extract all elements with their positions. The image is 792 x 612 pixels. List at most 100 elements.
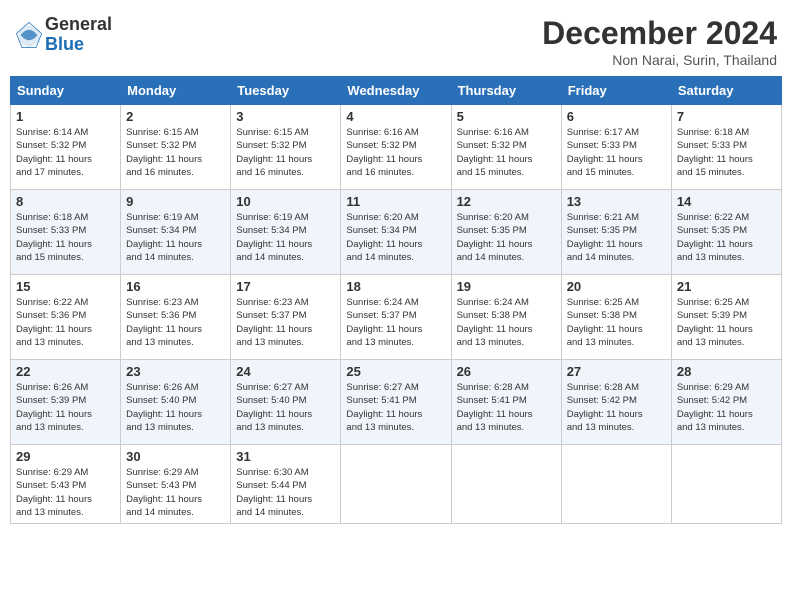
calendar-cell: 24 Sunrise: 6:27 AMSunset: 5:40 PMDaylig… [231, 360, 341, 445]
day-detail: Sunrise: 6:25 AMSunset: 5:38 PMDaylight:… [567, 296, 666, 349]
day-number: 8 [16, 194, 115, 209]
day-detail: Sunrise: 6:19 AMSunset: 5:34 PMDaylight:… [126, 211, 225, 264]
day-detail: Sunrise: 6:22 AMSunset: 5:36 PMDaylight:… [16, 296, 115, 349]
day-detail: Sunrise: 6:24 AMSunset: 5:38 PMDaylight:… [457, 296, 556, 349]
day-number: 26 [457, 364, 556, 379]
day-detail: Sunrise: 6:20 AMSunset: 5:34 PMDaylight:… [346, 211, 445, 264]
calendar-cell: 21 Sunrise: 6:25 AMSunset: 5:39 PMDaylig… [671, 275, 781, 360]
day-detail: Sunrise: 6:28 AMSunset: 5:42 PMDaylight:… [567, 381, 666, 434]
calendar-cell: 8 Sunrise: 6:18 AMSunset: 5:33 PMDayligh… [11, 190, 121, 275]
calendar-cell: 18 Sunrise: 6:24 AMSunset: 5:37 PMDaylig… [341, 275, 451, 360]
day-detail: Sunrise: 6:16 AMSunset: 5:32 PMDaylight:… [457, 126, 556, 179]
logo-blue-text: Blue [45, 35, 112, 55]
header-monday: Monday [121, 77, 231, 105]
calendar-cell: 19 Sunrise: 6:24 AMSunset: 5:38 PMDaylig… [451, 275, 561, 360]
calendar-week-row: 1 Sunrise: 6:14 AMSunset: 5:32 PMDayligh… [11, 105, 782, 190]
day-detail: Sunrise: 6:15 AMSunset: 5:32 PMDaylight:… [236, 126, 335, 179]
calendar-cell [671, 445, 781, 524]
day-number: 27 [567, 364, 666, 379]
month-year-title: December 2024 [542, 15, 777, 52]
calendar-cell: 28 Sunrise: 6:29 AMSunset: 5:42 PMDaylig… [671, 360, 781, 445]
day-detail: Sunrise: 6:25 AMSunset: 5:39 PMDaylight:… [677, 296, 776, 349]
day-number: 2 [126, 109, 225, 124]
calendar-cell: 11 Sunrise: 6:20 AMSunset: 5:34 PMDaylig… [341, 190, 451, 275]
day-number: 14 [677, 194, 776, 209]
calendar-cell [451, 445, 561, 524]
day-number: 10 [236, 194, 335, 209]
day-detail: Sunrise: 6:17 AMSunset: 5:33 PMDaylight:… [567, 126, 666, 179]
calendar-cell: 26 Sunrise: 6:28 AMSunset: 5:41 PMDaylig… [451, 360, 561, 445]
day-detail: Sunrise: 6:18 AMSunset: 5:33 PMDaylight:… [677, 126, 776, 179]
day-detail: Sunrise: 6:26 AMSunset: 5:40 PMDaylight:… [126, 381, 225, 434]
calendar-header-row: SundayMondayTuesdayWednesdayThursdayFrid… [11, 77, 782, 105]
day-number: 1 [16, 109, 115, 124]
day-number: 17 [236, 279, 335, 294]
day-detail: Sunrise: 6:27 AMSunset: 5:41 PMDaylight:… [346, 381, 445, 434]
calendar-cell: 10 Sunrise: 6:19 AMSunset: 5:34 PMDaylig… [231, 190, 341, 275]
calendar-cell: 16 Sunrise: 6:23 AMSunset: 5:36 PMDaylig… [121, 275, 231, 360]
calendar-cell: 7 Sunrise: 6:18 AMSunset: 5:33 PMDayligh… [671, 105, 781, 190]
page-header: General Blue December 2024 Non Narai, Su… [10, 10, 782, 68]
header-tuesday: Tuesday [231, 77, 341, 105]
day-number: 16 [126, 279, 225, 294]
day-number: 23 [126, 364, 225, 379]
day-number: 29 [16, 449, 115, 464]
calendar-cell: 2 Sunrise: 6:15 AMSunset: 5:32 PMDayligh… [121, 105, 231, 190]
header-sunday: Sunday [11, 77, 121, 105]
calendar-week-row: 8 Sunrise: 6:18 AMSunset: 5:33 PMDayligh… [11, 190, 782, 275]
calendar-cell [341, 445, 451, 524]
calendar-week-row: 22 Sunrise: 6:26 AMSunset: 5:39 PMDaylig… [11, 360, 782, 445]
header-wednesday: Wednesday [341, 77, 451, 105]
day-number: 31 [236, 449, 335, 464]
location-subtitle: Non Narai, Surin, Thailand [542, 52, 777, 68]
title-block: December 2024 Non Narai, Surin, Thailand [542, 15, 777, 68]
day-number: 13 [567, 194, 666, 209]
day-detail: Sunrise: 6:23 AMSunset: 5:36 PMDaylight:… [126, 296, 225, 349]
day-detail: Sunrise: 6:18 AMSunset: 5:33 PMDaylight:… [16, 211, 115, 264]
day-number: 21 [677, 279, 776, 294]
day-number: 24 [236, 364, 335, 379]
logo-icon [15, 21, 43, 49]
day-detail: Sunrise: 6:16 AMSunset: 5:32 PMDaylight:… [346, 126, 445, 179]
day-detail: Sunrise: 6:27 AMSunset: 5:40 PMDaylight:… [236, 381, 335, 434]
day-number: 3 [236, 109, 335, 124]
day-number: 15 [16, 279, 115, 294]
day-detail: Sunrise: 6:20 AMSunset: 5:35 PMDaylight:… [457, 211, 556, 264]
day-number: 28 [677, 364, 776, 379]
logo: General Blue [15, 15, 112, 55]
day-number: 7 [677, 109, 776, 124]
day-number: 11 [346, 194, 445, 209]
calendar-week-row: 29 Sunrise: 6:29 AMSunset: 5:43 PMDaylig… [11, 445, 782, 524]
day-detail: Sunrise: 6:22 AMSunset: 5:35 PMDaylight:… [677, 211, 776, 264]
day-number: 22 [16, 364, 115, 379]
calendar-week-row: 15 Sunrise: 6:22 AMSunset: 5:36 PMDaylig… [11, 275, 782, 360]
header-friday: Friday [561, 77, 671, 105]
calendar-cell: 14 Sunrise: 6:22 AMSunset: 5:35 PMDaylig… [671, 190, 781, 275]
calendar-cell: 15 Sunrise: 6:22 AMSunset: 5:36 PMDaylig… [11, 275, 121, 360]
calendar-cell: 13 Sunrise: 6:21 AMSunset: 5:35 PMDaylig… [561, 190, 671, 275]
day-detail: Sunrise: 6:28 AMSunset: 5:41 PMDaylight:… [457, 381, 556, 434]
calendar-cell: 5 Sunrise: 6:16 AMSunset: 5:32 PMDayligh… [451, 105, 561, 190]
calendar-cell: 30 Sunrise: 6:29 AMSunset: 5:43 PMDaylig… [121, 445, 231, 524]
header-saturday: Saturday [671, 77, 781, 105]
logo-general-text: General [45, 15, 112, 35]
calendar-cell: 1 Sunrise: 6:14 AMSunset: 5:32 PMDayligh… [11, 105, 121, 190]
day-number: 20 [567, 279, 666, 294]
header-thursday: Thursday [451, 77, 561, 105]
day-number: 25 [346, 364, 445, 379]
day-detail: Sunrise: 6:23 AMSunset: 5:37 PMDaylight:… [236, 296, 335, 349]
calendar-cell: 23 Sunrise: 6:26 AMSunset: 5:40 PMDaylig… [121, 360, 231, 445]
calendar-cell: 22 Sunrise: 6:26 AMSunset: 5:39 PMDaylig… [11, 360, 121, 445]
calendar-cell: 25 Sunrise: 6:27 AMSunset: 5:41 PMDaylig… [341, 360, 451, 445]
day-detail: Sunrise: 6:30 AMSunset: 5:44 PMDaylight:… [236, 466, 335, 519]
calendar-cell: 31 Sunrise: 6:30 AMSunset: 5:44 PMDaylig… [231, 445, 341, 524]
day-number: 18 [346, 279, 445, 294]
day-detail: Sunrise: 6:26 AMSunset: 5:39 PMDaylight:… [16, 381, 115, 434]
calendar-cell: 29 Sunrise: 6:29 AMSunset: 5:43 PMDaylig… [11, 445, 121, 524]
calendar-cell: 4 Sunrise: 6:16 AMSunset: 5:32 PMDayligh… [341, 105, 451, 190]
calendar-cell: 20 Sunrise: 6:25 AMSunset: 5:38 PMDaylig… [561, 275, 671, 360]
day-detail: Sunrise: 6:29 AMSunset: 5:42 PMDaylight:… [677, 381, 776, 434]
day-detail: Sunrise: 6:21 AMSunset: 5:35 PMDaylight:… [567, 211, 666, 264]
calendar-cell: 9 Sunrise: 6:19 AMSunset: 5:34 PMDayligh… [121, 190, 231, 275]
day-detail: Sunrise: 6:15 AMSunset: 5:32 PMDaylight:… [126, 126, 225, 179]
